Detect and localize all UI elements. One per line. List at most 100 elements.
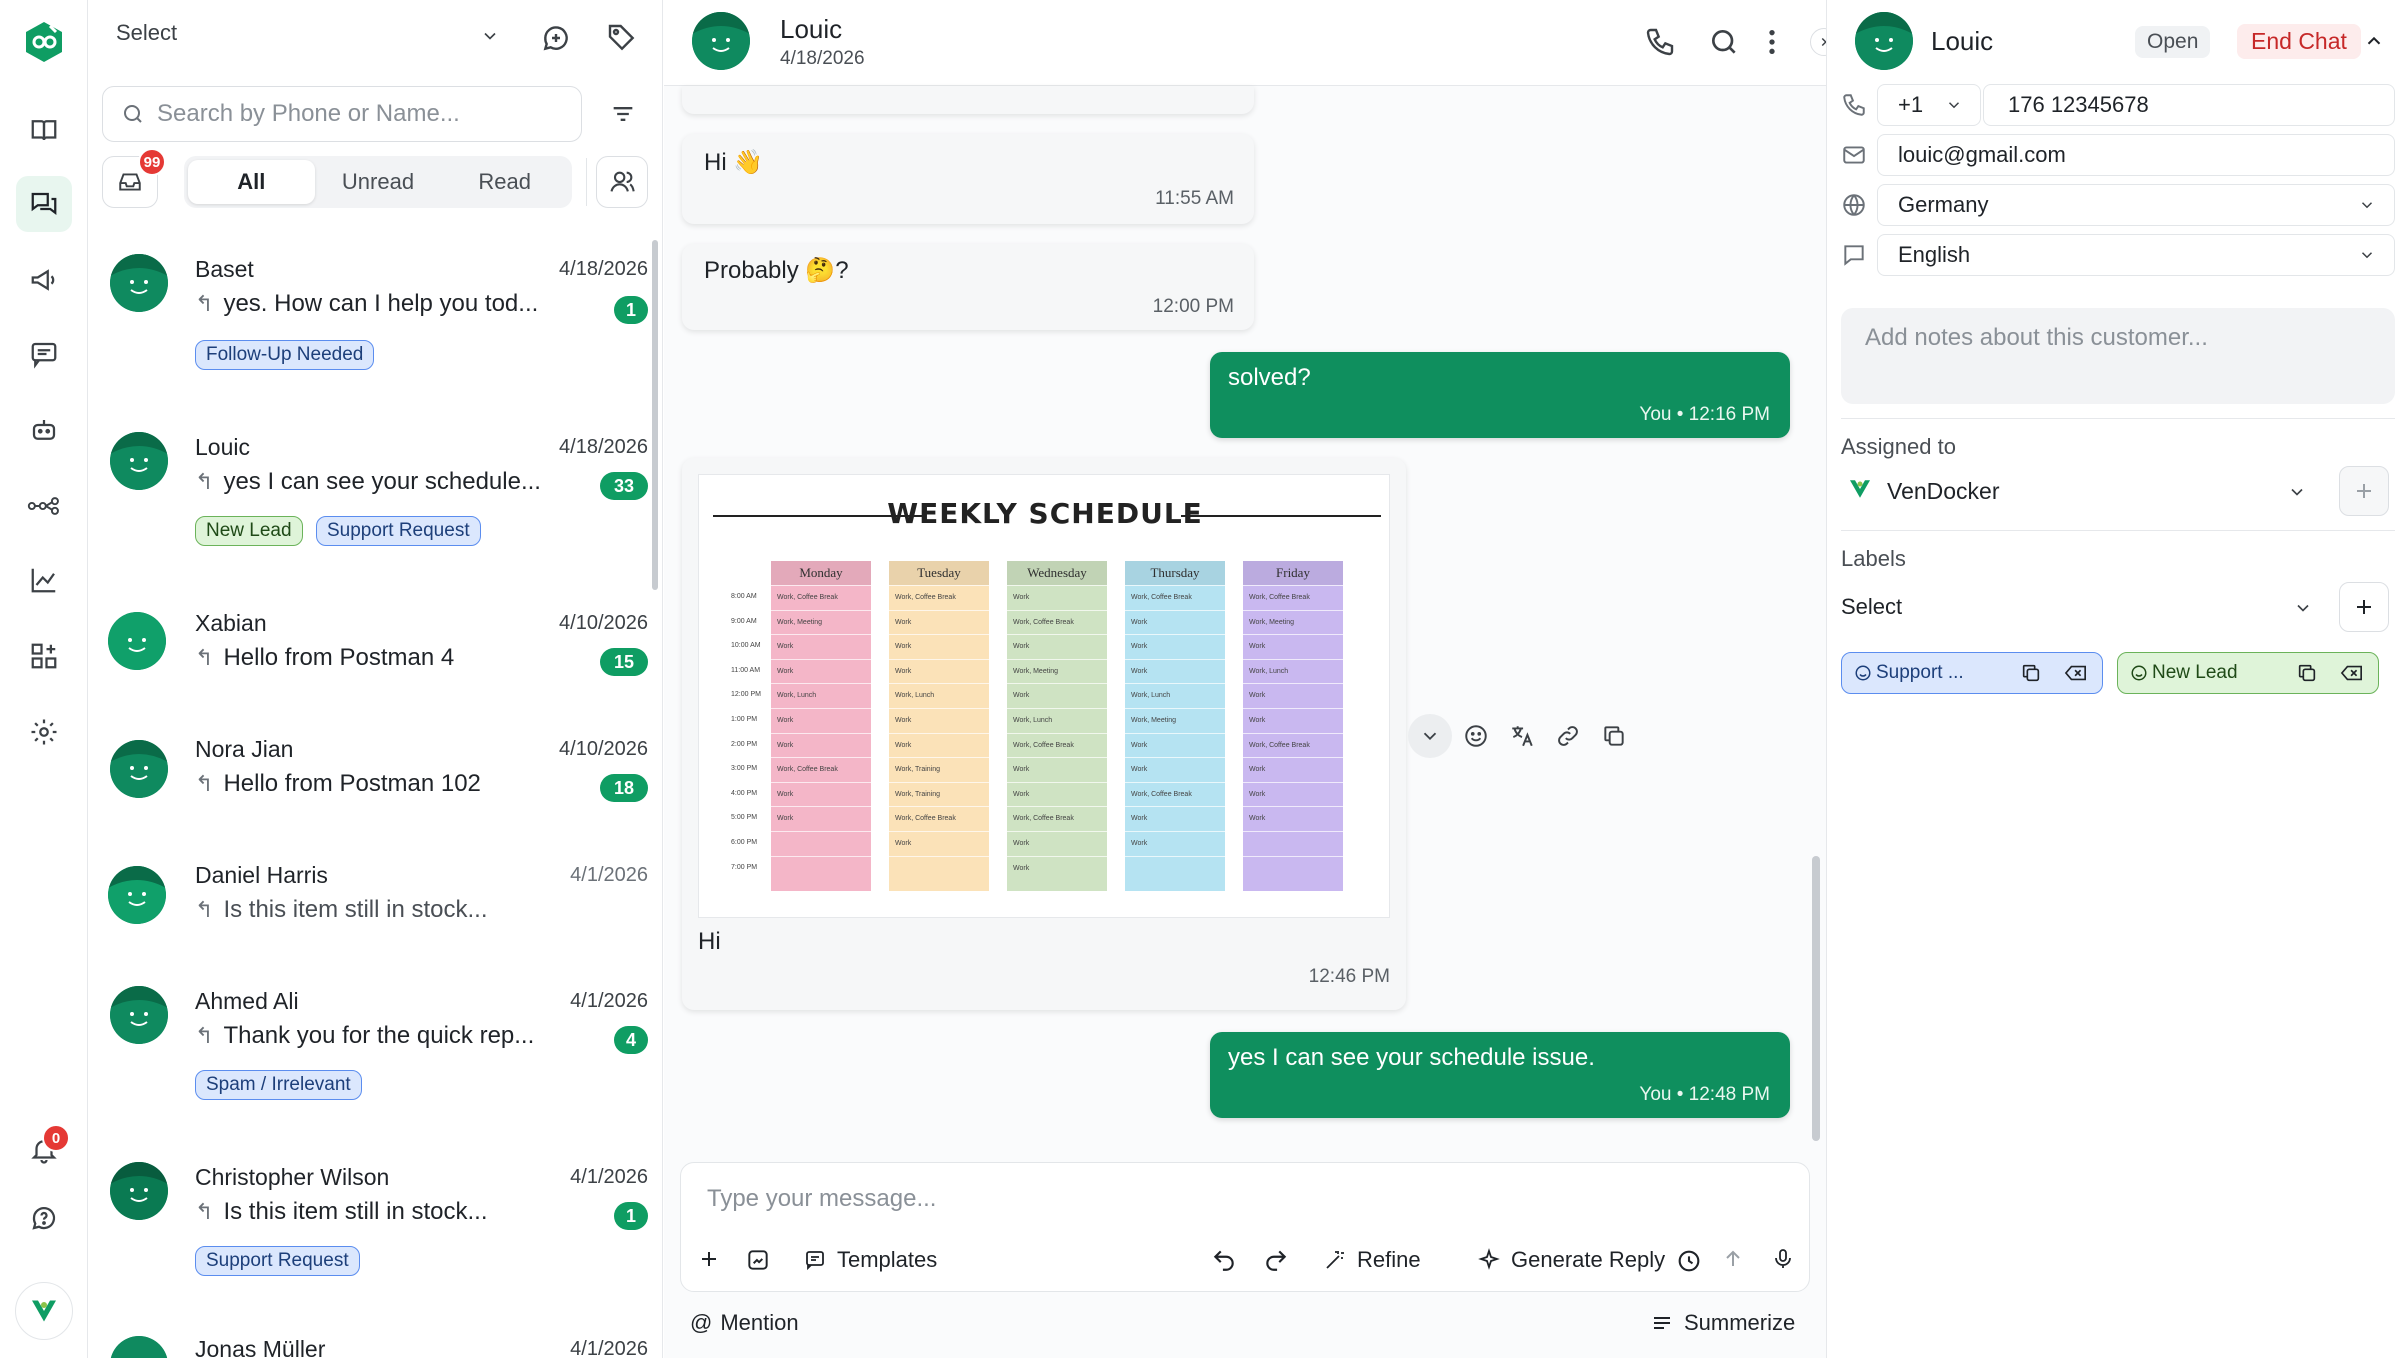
weekly-schedule-image[interactable]: WEEKLY SCHEDULE 8:00 AM 9:00 AM 10:00 AM 11… xyxy=(698,474,1390,918)
message-time: 11:55 AM xyxy=(1155,188,1234,209)
tags-icon[interactable] xyxy=(606,22,638,54)
schedule-cell: Work xyxy=(889,658,989,684)
settings-icon[interactable] xyxy=(16,704,72,760)
filter-icon[interactable] xyxy=(608,100,638,128)
notes-input[interactable] xyxy=(1865,324,2371,384)
language-select[interactable]: English xyxy=(1877,234,2395,276)
inbox-select[interactable]: Select xyxy=(116,20,177,46)
bot-icon[interactable] xyxy=(16,402,72,458)
campaign-icon[interactable] xyxy=(16,252,72,308)
microphone-icon[interactable] xyxy=(1771,1247,1805,1271)
copy-icon[interactable] xyxy=(2020,662,2042,684)
add-label-button[interactable] xyxy=(2339,582,2389,632)
workflow-icon[interactable] xyxy=(16,478,72,534)
tab-read[interactable]: Read xyxy=(441,160,568,204)
chevron-up-icon[interactable] xyxy=(2363,30,2385,52)
search-field[interactable] xyxy=(102,86,582,142)
emoji-icon[interactable] xyxy=(1454,714,1498,758)
chat-scrollbar[interactable] xyxy=(1812,856,1820,1141)
knowledge-icon[interactable] xyxy=(16,102,72,158)
message-bubble-incoming[interactable]: Probably 🤔? 12:00 PM xyxy=(682,244,1254,330)
generate-reply-button[interactable]: Generate Reply xyxy=(1477,1247,1665,1273)
conversation-item[interactable]: Jonas Müller 4/1/2026 xyxy=(88,1336,648,1358)
conversation-item[interactable]: Daniel Harris 4/1/2026 ↰ Is this item sti… xyxy=(88,858,648,958)
unread-count-badge: 1 xyxy=(613,296,648,324)
chevron-down-icon[interactable] xyxy=(2293,598,2313,618)
message-bubble-outgoing[interactable]: solved? You • 12:16 PM xyxy=(1210,352,1790,438)
link-icon[interactable] xyxy=(1546,714,1590,758)
message-text: Hi xyxy=(698,928,721,955)
phone-icon[interactable] xyxy=(1644,26,1676,58)
schedule-day-column: Monday Work, Coffee Break Work, Meeting Wor… xyxy=(771,561,871,891)
conversation-item[interactable]: Xabian 4/10/2026 ↰ Hello from Postman 4 1… xyxy=(88,606,648,706)
schedule-send-icon[interactable] xyxy=(1675,1247,1713,1275)
file-icon[interactable] xyxy=(745,1247,781,1273)
analytics-icon[interactable] xyxy=(16,552,72,608)
integrations-icon[interactable] xyxy=(16,628,72,684)
label-chip[interactable]: Support ... xyxy=(1841,652,2103,694)
mention-button[interactable]: @ Mention xyxy=(690,1310,799,1336)
help-icon[interactable] xyxy=(16,1190,72,1246)
end-chat-button[interactable]: End Chat xyxy=(2237,24,2361,59)
status-badge[interactable]: Open xyxy=(2135,26,2211,58)
refine-button[interactable]: Refine xyxy=(1323,1247,1421,1273)
conversation-date: 4/1/2026 xyxy=(570,990,648,1012)
message-time-value: 12:16 PM xyxy=(1688,404,1770,425)
conversation-item[interactable]: Nora Jian 4/10/2026 ↰ Hello from Postman … xyxy=(88,732,648,832)
schedule-cell: Work xyxy=(771,658,871,684)
labels-select[interactable]: Select xyxy=(1841,594,1902,620)
assignee-name[interactable]: VenDocker xyxy=(1887,478,2000,505)
schedule-cell: Work xyxy=(1007,757,1107,782)
customer-notes[interactable] xyxy=(1841,308,2395,404)
delete-icon[interactable] xyxy=(2064,662,2088,684)
undo-icon[interactable] xyxy=(1211,1247,1247,1273)
schedule-cell: Work xyxy=(771,707,871,733)
tab-all[interactable]: All xyxy=(188,160,315,204)
message-bubble-incoming[interactable]: WEEKLY SCHEDULE 8:00 AM 9:00 AM 10:00 AM 11… xyxy=(682,458,1406,1010)
search-input[interactable] xyxy=(157,100,557,128)
unread-count-badge: 18 xyxy=(599,774,648,802)
conversation-item[interactable]: Louic 4/18/2026 ↰ yes I can see your sche… xyxy=(88,430,648,580)
message-bubble-incoming[interactable]: Hi 👋 11:55 AM xyxy=(682,134,1254,224)
conversation-item[interactable]: Ahmed Ali 4/1/2026 ↰ Thank you for the qu… xyxy=(88,984,648,1134)
comments-icon[interactable] xyxy=(16,326,72,382)
message-input[interactable] xyxy=(707,1185,1607,1213)
chevron-down-icon[interactable] xyxy=(1408,714,1452,758)
conversation-item[interactable]: Baset 4/18/2026 ↰ yes. How can I help you… xyxy=(88,252,648,402)
message-bubble-outgoing[interactable]: yes I can see your schedule issue. You •… xyxy=(1210,1032,1790,1118)
country-code-select[interactable]: +1 xyxy=(1877,84,1981,126)
label-chip[interactable]: New Lead xyxy=(2117,652,2379,694)
schedule-cell: Work, Coffee Break xyxy=(1125,585,1225,610)
new-chat-icon[interactable] xyxy=(540,22,572,54)
templates-button[interactable]: Templates xyxy=(803,1247,937,1273)
add-attachment-icon[interactable] xyxy=(697,1247,731,1271)
contacts-button[interactable] xyxy=(596,156,648,208)
country-select[interactable]: Germany xyxy=(1877,184,2395,226)
schedule-cell: Work, Lunch xyxy=(1007,707,1107,733)
summarize-button[interactable]: Summerize xyxy=(1650,1310,1795,1336)
email-field[interactable]: louic@gmail.com xyxy=(1877,134,2395,176)
redo-icon[interactable] xyxy=(1263,1247,1299,1273)
chevron-down-icon[interactable] xyxy=(480,26,500,46)
vendocker-logo-icon[interactable] xyxy=(15,1282,73,1340)
logo-icon[interactable] xyxy=(16,14,72,70)
chats-icon[interactable] xyxy=(16,176,72,232)
delete-icon[interactable] xyxy=(2340,662,2364,684)
schedule-cell xyxy=(1125,855,1225,881)
send-icon[interactable] xyxy=(1721,1247,1755,1271)
chevron-down-icon[interactable] xyxy=(2287,482,2307,502)
add-assignee-button[interactable] xyxy=(2339,466,2389,516)
phone-number-field[interactable]: 176 12345678 xyxy=(1983,84,2395,126)
reply-arrow-icon: ↰ xyxy=(195,1023,214,1048)
copy-icon[interactable] xyxy=(1592,714,1636,758)
more-options-icon[interactable] xyxy=(1764,26,1780,58)
tab-unread[interactable]: Unread xyxy=(315,160,442,204)
search-icon[interactable] xyxy=(1708,26,1740,58)
translate-icon[interactable] xyxy=(1500,714,1544,758)
copy-icon[interactable] xyxy=(2296,662,2318,684)
country-code-value: +1 xyxy=(1898,92,1924,117)
search-icon xyxy=(124,105,142,123)
list-scrollbar[interactable] xyxy=(652,240,658,590)
conversation-item[interactable]: Christopher Wilson 4/1/2026 ↰ Is this ite… xyxy=(88,1160,648,1310)
smile-icon xyxy=(2131,665,2147,681)
